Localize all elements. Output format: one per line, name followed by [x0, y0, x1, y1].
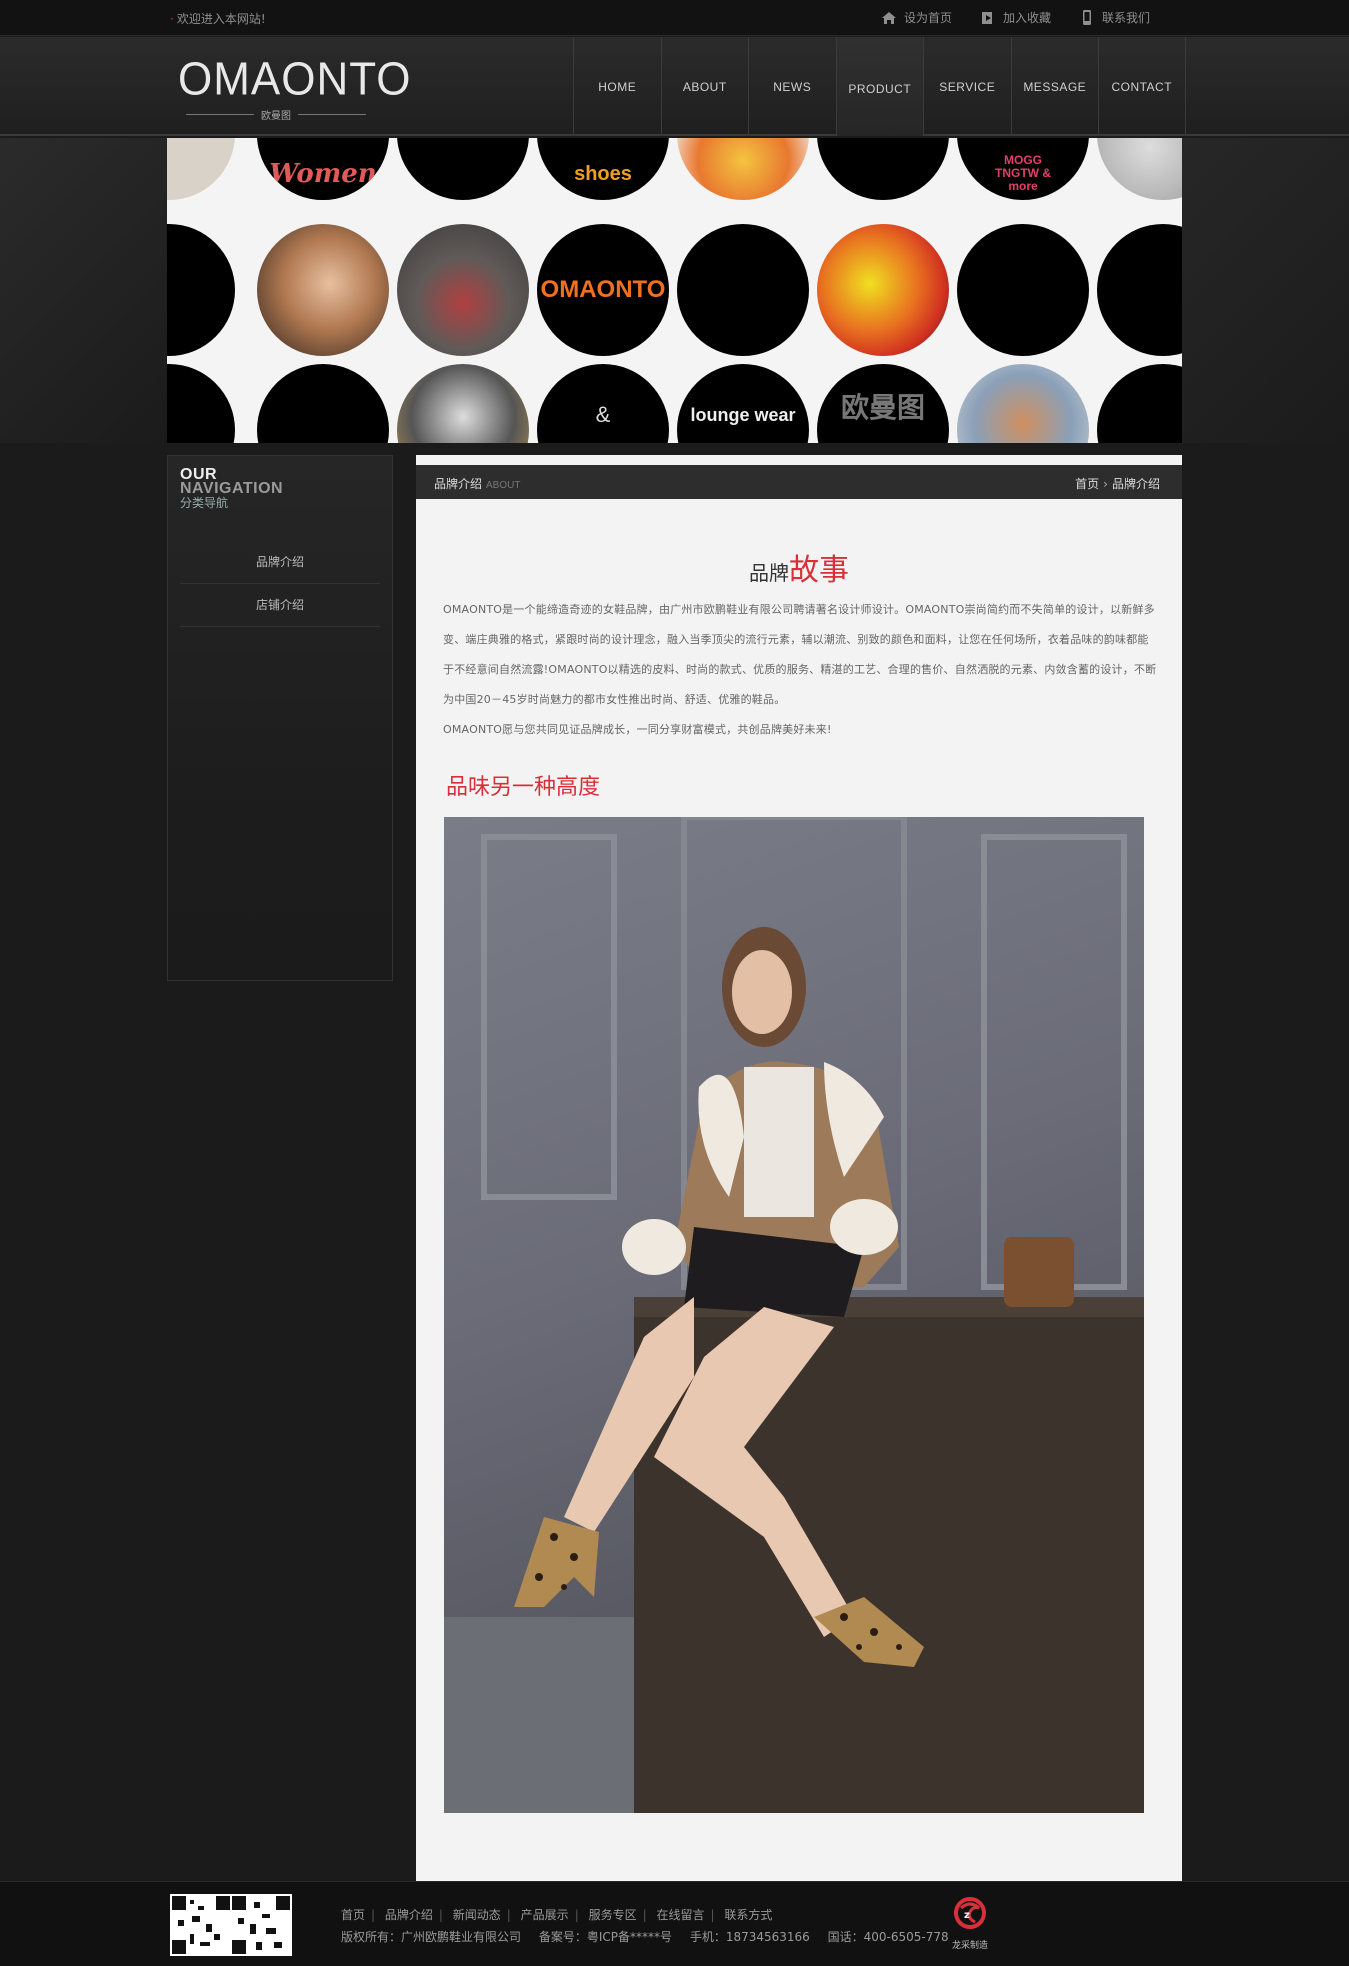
content-header: 品牌介绍 ABOUT 首页 › 品牌介绍: [416, 465, 1182, 499]
hero-banner: Women shoes MOGG TNGTW & more OMAONTO &: [167, 138, 1182, 443]
story-paragraph: OMAONTO愿与您共同见证品牌成长，一同分享财富模式，共创品牌美好未来!: [443, 723, 832, 736]
banner-circle-logo: OMAONTO: [537, 224, 669, 356]
bookmark-icon: [979, 10, 997, 26]
nav-message[interactable]: MESSAGE: [1010, 37, 1099, 136]
footer-link-contact[interactable]: 联系方式: [724, 1908, 772, 1922]
banner-circle-more: MOGG TNGTW & more: [957, 138, 1089, 200]
story-text: OMAONTO是一个能缔造奇迹的女鞋品牌，由广州市欧鹏鞋业有限公司聘请著名设计师…: [443, 595, 1157, 745]
footer-link-message[interactable]: 在线留言: [656, 1908, 704, 1922]
set-homepage-link[interactable]: 设为首页: [880, 9, 952, 26]
sidebar-item-store-intro[interactable]: 店铺介绍: [180, 584, 380, 627]
nav-about[interactable]: ABOUT: [660, 37, 749, 136]
banner-circle-bracelet-photo: [1097, 138, 1182, 200]
banner-circle-model-photo: [257, 224, 389, 356]
banner-circle-black-9: [1097, 364, 1182, 443]
qr-code: [170, 1894, 292, 1956]
brand-model-photo: [444, 817, 1144, 1813]
footer-info: 版权所有：广州欧鹏鞋业有限公司 备案号：粤ICP备*****号 手机：18734…: [341, 1928, 963, 1945]
slogan: 品味另一种高度: [446, 775, 601, 800]
sidebar: OUR NAVIGATION 分类导航 品牌介绍 店铺介绍: [167, 455, 393, 981]
model-illustration: [444, 817, 1144, 1813]
add-favorite-link[interactable]: 加入收藏: [979, 9, 1051, 26]
site-footer: 首页 | 品牌介绍 | 新闻动态 | 产品展示 | 服务专区 | 在线留言 | 联系方式 版…: [0, 1881, 1349, 1966]
copyright-text: 版权所有：广州欧鹏鞋业有限公司: [341, 1930, 522, 1944]
site-logo[interactable]: OMAONTO 欧曼图: [178, 55, 411, 122]
banner-circle-boots-photo-2: [397, 224, 529, 356]
top-bar: · 欢迎进入本网站! 设为首页 加入收藏 联系我们: [0, 0, 1349, 36]
banner-circle-sandal-photo: [677, 138, 809, 200]
story-title: 品牌故事: [749, 553, 849, 588]
home-icon: [880, 10, 898, 26]
contact-us-link[interactable]: 联系我们: [1078, 9, 1150, 26]
banner-circle-heels-photo: [397, 364, 529, 443]
nav-contact[interactable]: CONTACT: [1098, 37, 1186, 136]
nav-news[interactable]: NEWS: [748, 37, 836, 136]
maker-badge[interactable]: z 龙采制造: [945, 1896, 995, 1956]
breadcrumb: 首页 › 品牌介绍: [1075, 475, 1160, 492]
main-nav: HOME ABOUT NEWS PRODUCT SERVICE MESSAGE …: [573, 37, 1186, 136]
banner-circle-black-1: [397, 138, 529, 200]
banner-circle-shoes: shoes: [537, 138, 669, 200]
content-title: 品牌介绍 ABOUT: [434, 477, 521, 491]
footer-link-service[interactable]: 服务专区: [589, 1908, 637, 1922]
footer-links: 首页 | 品牌介绍 | 新闻动态 | 产品展示 | 服务专区 | 在线留言 | 联系方式: [341, 1908, 773, 1922]
welcome-text: · 欢迎进入本网站!: [170, 12, 266, 26]
chevron-right-icon: ›: [1103, 477, 1108, 491]
site-header: OMAONTO 欧曼图 HOME ABOUT NEWS PRODUCT SERV…: [0, 37, 1349, 136]
svg-text:z: z: [964, 1910, 970, 1921]
sidebar-title: OUR NAVIGATION 分类导航: [180, 466, 284, 511]
banner-circle-women: Women: [257, 138, 389, 200]
phone-icon: [1078, 10, 1096, 26]
sidebar-menu: 品牌介绍 店铺介绍: [180, 541, 380, 627]
banner-circle-shoe-photo: [167, 138, 235, 200]
footer-link-news[interactable]: 新闻动态: [453, 1908, 501, 1922]
banner-circle-ampersand: &: [537, 364, 669, 443]
main-content: 品牌介绍 ABOUT 首页 › 品牌介绍 品牌故事 OMAONTO是一个能缔造奇迹的女…: [416, 455, 1182, 1881]
story-paragraph: OMAONTO是一个能缔造奇迹的女鞋品牌，由广州市欧鹏鞋业有限公司聘请著名设计师…: [443, 603, 1157, 706]
banner-circle-black-6: [1097, 224, 1182, 356]
banner-circle-black-5: [957, 224, 1089, 356]
phone-text: 国话：400-6505-778: [827, 1930, 949, 1944]
nav-home[interactable]: HOME: [573, 37, 661, 136]
banner-circle-black-4: [677, 224, 809, 356]
sidebar-item-brand-intro[interactable]: 品牌介绍: [180, 541, 380, 584]
banner-circle-brand-cn: 欧曼图: [817, 364, 949, 443]
banner-circle-black-7: [167, 364, 235, 443]
banner-circle-oxford-photo: [817, 224, 949, 356]
banner-circle-black-3: [167, 224, 235, 356]
banner-circle-flats-photo: [957, 364, 1089, 443]
mobile-text: 手机：18734563166: [689, 1930, 810, 1944]
breadcrumb-home[interactable]: 首页: [1075, 477, 1099, 491]
banner-circle-black-8: [257, 364, 389, 443]
banner-circle-lounge: lounge wear: [677, 364, 809, 443]
footer-link-home[interactable]: 首页: [341, 1908, 365, 1922]
top-links: 设为首页 加入收藏 联系我们: [880, 9, 1177, 26]
banner-background: Women shoes MOGG TNGTW & more OMAONTO &: [0, 138, 1349, 443]
footer-link-brand[interactable]: 品牌介绍: [385, 1908, 433, 1922]
icp-text: 备案号：粤ICP备*****号: [538, 1930, 672, 1944]
nav-service[interactable]: SERVICE: [923, 37, 1011, 136]
breadcrumb-current: 品牌介绍: [1111, 477, 1160, 491]
dragon-logo-icon: z: [954, 1897, 986, 1929]
footer-link-products[interactable]: 产品展示: [521, 1908, 569, 1922]
banner-circle-black-2: [817, 138, 949, 200]
nav-product[interactable]: PRODUCT: [835, 37, 923, 136]
